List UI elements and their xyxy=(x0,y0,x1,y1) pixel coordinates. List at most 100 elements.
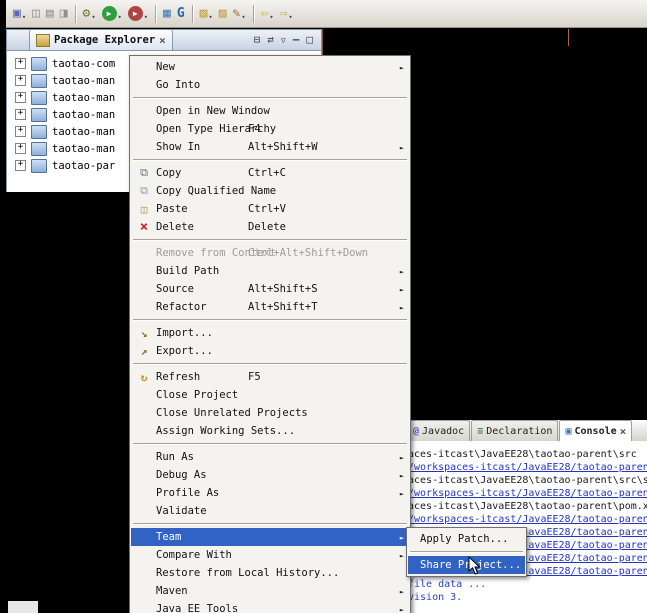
save-icon: ◫ xyxy=(32,6,40,21)
new-table-button[interactable]: ▦ xyxy=(160,3,174,25)
run-button[interactable]: ▶ xyxy=(99,3,125,25)
menu-item-copy-qualified-name[interactable]: Copy Qualified Name xyxy=(131,182,409,200)
menu-item-export[interactable]: Export... xyxy=(131,342,409,360)
dropdown-arrow-icon[interactable] xyxy=(240,4,245,23)
menu-item-validate[interactable]: Validate xyxy=(131,502,409,520)
tab-javadoc[interactable]: Javadoc xyxy=(407,420,471,441)
menu-item-copy[interactable]: CopyCtrl+C xyxy=(131,164,409,182)
dropdown-arrow-icon[interactable] xyxy=(287,4,292,23)
refresh-icon xyxy=(135,371,153,384)
maximize-button[interactable] xyxy=(306,33,313,46)
menu-item-show-in[interactable]: Show In Alt+Shift+W xyxy=(131,138,409,156)
menu-separator xyxy=(133,363,407,365)
package-explorer-title: Package Explorer xyxy=(54,34,156,46)
minimize-button[interactable] xyxy=(293,33,300,46)
dropdown-arrow-icon[interactable] xyxy=(208,4,213,23)
expand-icon[interactable] xyxy=(15,58,26,69)
expand-icon[interactable] xyxy=(15,160,26,171)
menu-item-assign-working-sets[interactable]: Assign Working Sets... xyxy=(131,422,409,440)
menu-item-refresh[interactable]: RefreshF5 xyxy=(131,368,409,386)
close-icon[interactable] xyxy=(620,425,627,438)
menu-item-profile-as[interactable]: Profile As xyxy=(131,484,409,502)
console-link[interactable]: /workspaces-itcast/JavaEE28/taotao-paren… xyxy=(408,487,647,500)
web-browser-icon: G xyxy=(176,6,185,21)
tab-console[interactable]: Console xyxy=(559,420,633,441)
print-button[interactable]: ▤ xyxy=(43,3,57,25)
menu-separator xyxy=(133,239,407,241)
debug-button[interactable]: ⚙ xyxy=(80,3,99,25)
open-folder-alt-button[interactable]: ▨ xyxy=(216,3,230,25)
new-wizard-button[interactable]: ▣ xyxy=(10,3,29,25)
dropdown-arrow-icon[interactable] xyxy=(90,4,95,23)
console-link[interactable]: /workspaces-itcast/JavaEE28/taotao-paren… xyxy=(408,513,647,526)
external-tools-button[interactable]: ▶ xyxy=(125,3,151,25)
console-line: aces-itcast\JavaEE28\taotao-parent\pom.x… xyxy=(408,501,647,512)
menu-item-run-as[interactable]: Run As xyxy=(131,448,409,466)
menu-item-debug-as[interactable]: Debug As xyxy=(131,466,409,484)
menu-item-delete[interactable]: DeleteDelete xyxy=(131,218,409,236)
package-explorer-header: Package Explorer xyxy=(6,29,322,51)
menu-item-close-project[interactable]: Close Project xyxy=(131,386,409,404)
expand-icon[interactable] xyxy=(15,109,26,120)
open-folder-button[interactable]: ▨ xyxy=(197,3,216,25)
menu-item-new[interactable]: New xyxy=(131,58,409,76)
web-browser-button[interactable]: G xyxy=(174,3,188,25)
menu-item-open-type-hierarchy[interactable]: Open Type Hierarchy F4 xyxy=(131,120,409,138)
expand-icon[interactable] xyxy=(15,143,26,154)
menu-item-refactor[interactable]: Refactor Alt+Shift+T xyxy=(131,298,409,316)
menu-item-close-unrelated-projects[interactable]: Close Unrelated Projects xyxy=(131,404,409,422)
project-label: taotao-man xyxy=(52,125,116,138)
statusbar-fragment xyxy=(8,601,38,613)
project-label: taotao-man xyxy=(52,91,116,104)
menu-item-maven[interactable]: Maven xyxy=(131,582,409,600)
back-button[interactable]: ⇦ xyxy=(258,3,277,25)
expand-icon[interactable] xyxy=(15,92,26,103)
dropdown-arrow-icon[interactable] xyxy=(21,4,26,23)
menu-item-team[interactable]: Team xyxy=(131,528,409,546)
tab-declaration[interactable]: Declaration xyxy=(471,420,559,441)
view-menu-button[interactable] xyxy=(281,33,286,46)
back-icon: ⇦ xyxy=(260,6,269,21)
save-button[interactable]: ◫ xyxy=(29,3,43,25)
menu-item-java-ee-tools[interactable]: Java EE Tools xyxy=(131,600,409,613)
project-label: taotao-par xyxy=(52,159,116,172)
submenu-arrow-icon xyxy=(400,283,404,295)
menu-item-share-project[interactable]: Share Project... xyxy=(408,556,525,574)
editor-divider-artifact xyxy=(568,29,569,46)
menu-item-source[interactable]: Source Alt+Shift+S xyxy=(131,280,409,298)
dropdown-arrow-icon[interactable] xyxy=(268,4,273,23)
menu-item-open-in-new-window[interactable]: Open in New Window xyxy=(131,102,409,120)
edit-pencil-button[interactable]: ✎ xyxy=(230,3,249,25)
export-button[interactable]: ◨ xyxy=(57,3,71,25)
console-link[interactable]: /workspaces-itcast/JavaEE28/taotao-paren… xyxy=(408,461,647,474)
console-panel: Javadoc Declaration Console aces-itcast\… xyxy=(405,420,647,613)
menu-item-restore-from-local-history[interactable]: Restore from Local History... xyxy=(131,564,409,582)
menu-separator xyxy=(133,159,407,161)
project-label: taotao-man xyxy=(52,142,116,155)
console-line: aces-itcast\JavaEE28\taotao-parent\src\s… xyxy=(408,475,647,486)
expand-icon[interactable] xyxy=(15,126,26,137)
submenu-arrow-icon xyxy=(400,603,404,613)
console-tab-bar: Javadoc Declaration Console xyxy=(405,420,647,442)
menu-item-go-into[interactable]: Go Into xyxy=(131,76,409,94)
menu-item-paste[interactable]: PasteCtrl+V xyxy=(131,200,409,218)
expand-icon[interactable] xyxy=(15,75,26,86)
submenu-arrow-icon xyxy=(400,265,404,277)
menu-item-remove-from-context: Remove from Context Ctrl+Alt+Shift+Down xyxy=(156,247,369,259)
menu-item-apply-patch[interactable]: Apply Patch... xyxy=(408,530,525,548)
menu-item-build-path[interactable]: Build Path xyxy=(131,262,409,280)
debug-icon: ⚙ xyxy=(82,6,91,21)
submenu-arrow-icon xyxy=(400,451,404,463)
collapse-all-button[interactable] xyxy=(254,33,261,46)
submenu-arrow-icon xyxy=(400,61,404,73)
toolbar-separator xyxy=(252,4,254,23)
dropdown-arrow-icon[interactable] xyxy=(117,4,122,23)
link-with-editor-button[interactable] xyxy=(267,33,274,46)
menu-item-import[interactable]: Import... xyxy=(131,324,409,342)
close-icon[interactable] xyxy=(159,34,166,47)
menu-separator xyxy=(133,443,407,445)
menu-item-compare-with[interactable]: Compare With xyxy=(131,546,409,564)
forward-button[interactable]: ⇨ xyxy=(277,3,296,25)
dropdown-arrow-icon[interactable] xyxy=(143,4,148,23)
package-explorer-tab[interactable]: Package Explorer xyxy=(29,29,173,50)
